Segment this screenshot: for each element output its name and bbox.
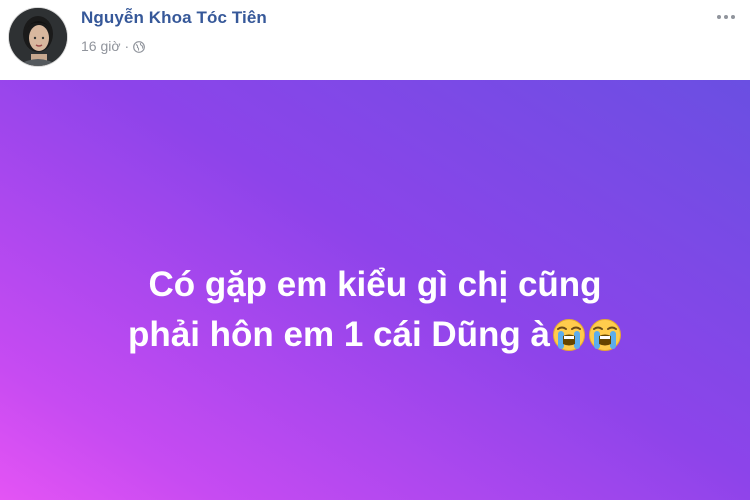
author-name-link[interactable]: Nguyễn Khoa Tóc Tiên — [81, 8, 267, 28]
loudly-crying-face-icon — [588, 316, 622, 351]
post-background-card: Có gặp em kiểu gì chị cũng phải hôn em 1… — [0, 80, 750, 500]
post-text-line-2: phải hôn em 1 cái Dũng à — [127, 315, 551, 354]
more-options-icon[interactable] — [710, 6, 742, 28]
avatar[interactable] — [9, 8, 67, 66]
globe-icon[interactable] — [133, 40, 146, 53]
post-timestamp-link[interactable]: 16 giờ — [81, 38, 121, 54]
avatar-photo-icon — [9, 8, 67, 66]
post-text-line-2-wrapper: phải hôn em 1 cái Dũng à — [45, 310, 705, 360]
post-meta: 16 giờ · — [81, 38, 146, 54]
post-text-line-1: Có gặp em kiểu gì chị cũng — [148, 265, 602, 304]
post-text: Có gặp em kiểu gì chị cũng phải hôn em 1… — [45, 260, 705, 360]
post-header: Nguyễn Khoa Tóc Tiên 16 giờ · — [0, 0, 750, 80]
loudly-crying-face-icon — [552, 316, 586, 351]
meta-separator: · — [124, 38, 130, 54]
